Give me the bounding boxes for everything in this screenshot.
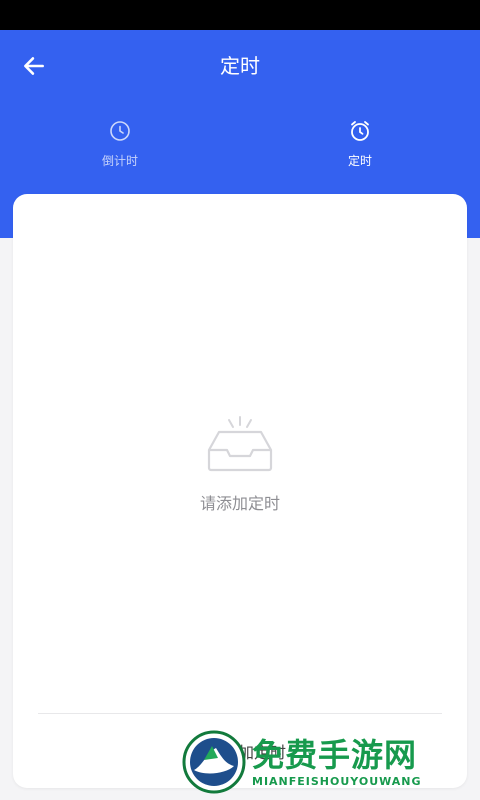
- tab-bar: 倒计时 定时: [0, 118, 480, 182]
- alarm-clock-icon: [347, 118, 373, 144]
- tab-timer-label: 定时: [347, 154, 372, 168]
- timer-list-card: 请添加定时 + 添加定时: [13, 194, 467, 788]
- clock-icon: [107, 118, 133, 144]
- status-bar: [0, 0, 480, 30]
- empty-state: 请添加定时: [13, 416, 467, 514]
- tab-timer[interactable]: 定时: [240, 118, 480, 182]
- tab-countdown-label: 倒计时: [101, 154, 138, 168]
- watermark-text: 免费手游网 MIANFEISHOUYOUWANG: [252, 737, 422, 788]
- watermark: 免费手游网 MIANFEISHOUYOUWANG: [182, 728, 478, 796]
- page-title: 定时: [220, 54, 260, 78]
- empty-state-text: 请添加定时: [199, 494, 280, 513]
- watermark-logo-icon: [182, 730, 246, 794]
- divider: [38, 713, 442, 714]
- watermark-cn: 免费手游网: [252, 735, 418, 774]
- watermark-en: MIANFEISHOUYOUWANG: [252, 774, 422, 788]
- tab-countdown[interactable]: 倒计时: [0, 118, 240, 182]
- empty-inbox-icon: [207, 416, 273, 472]
